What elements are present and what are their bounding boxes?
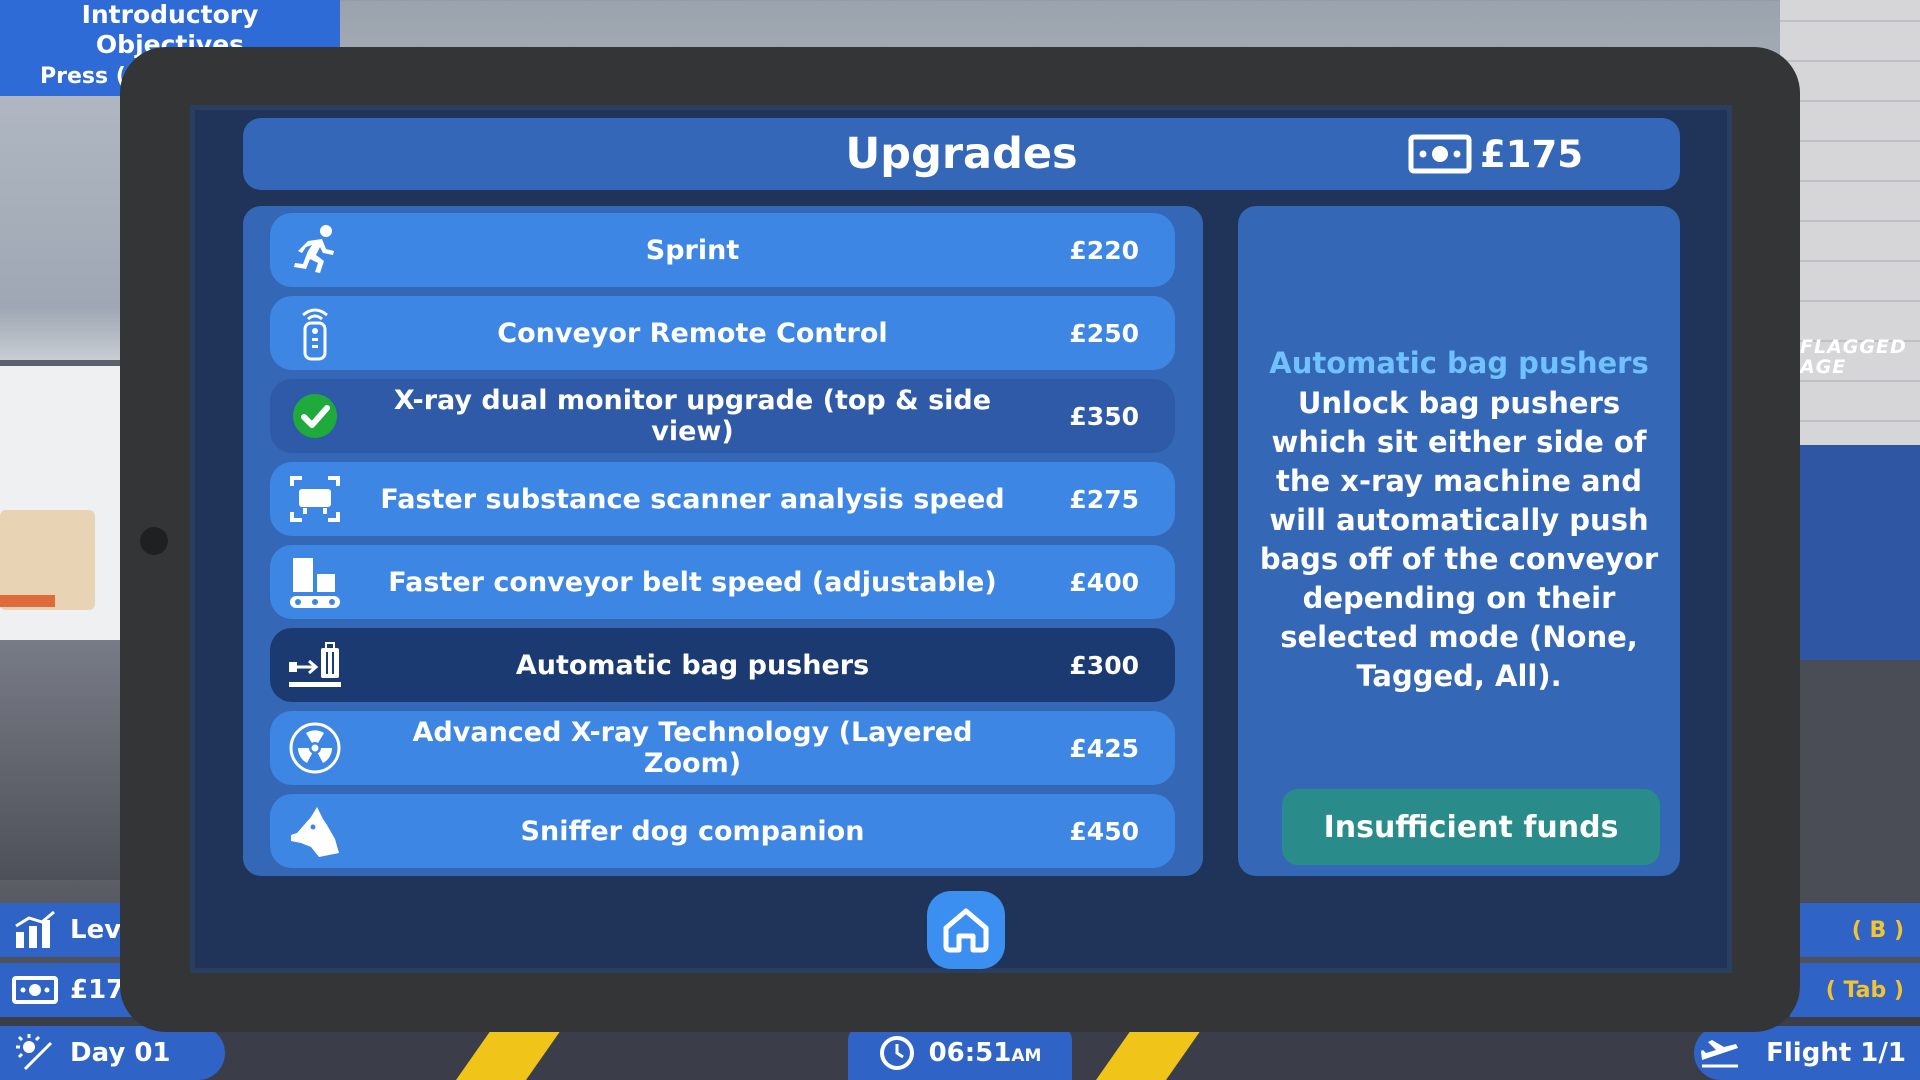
plane-icon <box>1700 1038 1740 1068</box>
upgrades-header: Upgrades £175 <box>243 118 1680 190</box>
level-chart-icon <box>0 910 70 950</box>
check-circle-icon <box>270 379 360 453</box>
upgrade-name: Faster substance scanner analysis speed <box>380 483 1005 515</box>
upgrade-item-sprint[interactable]: Sprint £220 <box>270 213 1175 287</box>
tablet-screen: Upgrades £175 Sprint £220 Conveyor Remot… <box>190 105 1732 973</box>
flagged-sign: FLAGGED AGE <box>1800 337 1907 377</box>
upgrade-item-advanced-xray[interactable]: Advanced X-ray Technology (Layered Zoom)… <box>270 711 1175 785</box>
upgrade-name: Sprint <box>645 234 740 266</box>
upgrade-name: Advanced X-ray Technology (Layered Zoom) <box>412 717 973 779</box>
upgrade-item-bag-pushers[interactable]: Automatic bag pushers £300 <box>270 628 1175 702</box>
running-person-icon <box>270 213 360 287</box>
upgrade-item-conveyor-speed[interactable]: Faster conveyor belt speed (adjustable) … <box>270 545 1175 619</box>
hud-level-label: Lev <box>70 915 122 945</box>
conveyor-belt-icon <box>270 545 360 619</box>
world-machine-stripe <box>0 595 55 607</box>
hud-time-suffix: AM <box>1011 1046 1042 1066</box>
upgrade-item-substance-scanner[interactable]: Faster substance scanner analysis speed … <box>270 462 1175 536</box>
scanner-icon <box>270 462 360 536</box>
hud-day: Day 01 <box>0 1026 225 1080</box>
upgrade-item-conveyor-remote[interactable]: Conveyor Remote Control £250 <box>270 296 1175 370</box>
tablet-camera <box>140 527 168 555</box>
hud-flight-label: Flight 1/1 <box>1766 1038 1906 1068</box>
upgrade-price: £300 <box>1069 650 1139 680</box>
cash-icon <box>0 975 70 1005</box>
flagged-sign-line2: AGE <box>1800 356 1847 378</box>
upgrades-list: Sprint £220 Conveyor Remote Control £250… <box>243 206 1203 876</box>
upgrade-name: Automatic bag pushers <box>515 649 870 681</box>
detail-description: Unlock bag pushers which sit either side… <box>1259 386 1659 693</box>
home-icon <box>940 906 992 954</box>
upgrade-price: £275 <box>1069 484 1139 514</box>
upgrade-price: £250 <box>1069 318 1139 348</box>
world-brick-wall <box>1780 0 1920 460</box>
key-b-label: ( B ) <box>1851 917 1904 943</box>
upgrade-name: X-ray dual monitor upgrade (top & side v… <box>393 385 992 447</box>
upgrade-price: £450 <box>1069 816 1139 846</box>
hud-key-tab[interactable]: ( Tab ) <box>1790 963 1920 1017</box>
balance-value: £175 <box>1480 132 1583 176</box>
cash-icon <box>1408 134 1472 174</box>
home-button[interactable] <box>927 891 1005 969</box>
upgrade-detail-panel: Automatic bag pushers Unlock bag pushers… <box>1238 206 1680 876</box>
hud-flight: Flight 1/1 <box>1694 1026 1920 1080</box>
world-blue-wall-band <box>1790 445 1920 675</box>
key-tab-label: ( Tab ) <box>1825 977 1904 1003</box>
radiation-icon <box>270 711 360 785</box>
balance-display: £175 <box>1408 132 1583 176</box>
objectives-press-hint: Press ( <box>40 64 126 89</box>
world-floor-right <box>1790 660 1920 920</box>
upgrade-item-sniffer-dog[interactable]: Sniffer dog companion £450 <box>270 794 1175 868</box>
upgrade-name: Faster conveyor belt speed (adjustable) <box>388 566 997 598</box>
upgrade-item-xray-dual-monitor[interactable]: X-ray dual monitor upgrade (top & side v… <box>270 379 1175 453</box>
upgrade-price: £220 <box>1069 235 1139 265</box>
tablet: Upgrades £175 Sprint £220 Conveyor Remot… <box>120 47 1800 1032</box>
upgrade-name: Sniffer dog companion <box>520 815 865 847</box>
flagged-sign-line1: FLAGGED <box>1800 336 1907 358</box>
remote-control-icon <box>270 296 360 370</box>
clock-icon <box>879 1035 915 1071</box>
hud-money-label: £17 <box>70 975 125 1005</box>
hud-key-b[interactable]: ( B ) <box>1790 903 1920 957</box>
detail-title: Automatic bag pushers <box>1269 346 1649 380</box>
day-sun-icon <box>0 1033 70 1073</box>
hud-clock: 06:51 AM <box>848 1026 1072 1080</box>
hud-time: 06:51 <box>928 1038 1012 1068</box>
hud-day-label: Day 01 <box>70 1038 171 1068</box>
bag-pusher-icon <box>270 628 360 702</box>
upgrade-price: £350 <box>1069 401 1139 431</box>
purchase-button[interactable]: Insufficient funds <box>1282 789 1660 865</box>
upgrade-name: Conveyor Remote Control <box>497 317 888 349</box>
dog-head-icon <box>270 794 360 868</box>
upgrade-price: £400 <box>1069 567 1139 597</box>
upgrade-price: £425 <box>1069 733 1139 763</box>
